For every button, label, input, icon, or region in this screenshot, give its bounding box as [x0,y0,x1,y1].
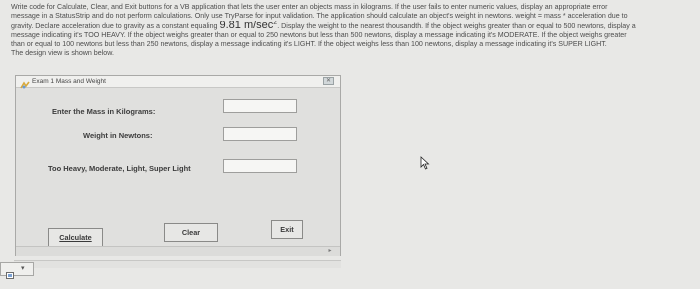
gravity-constant: 9.81 m/sec [219,21,274,31]
instructions-line-3: gravity. Declare acceleration due to gra… [11,21,687,30]
instructions-line-4: message indicating it's TOO HEAVY. If th… [11,30,627,39]
mass-label: Enter the Mass in Kilograms: [52,107,156,116]
chevron-down-icon[interactable]: ▾ [21,264,25,272]
instructions-line-1: Write code for Calculate, Clear, and Exi… [11,3,608,11]
form-bottom-scrollbar[interactable]: ▸ [16,246,340,256]
form-title: Exam 1 Mass and Weight [32,78,106,85]
form-titlebar[interactable]: Exam 1 Mass and Weight ✕ [16,76,340,89]
scroll-right-icon[interactable]: ▸ [326,247,334,255]
instructions-line-3-start: gravity. Declare acceleration due to gra… [11,22,218,31]
status-label: Too Heavy, Moderate, Light, Super Light [48,164,191,173]
exit-button-label: Exit [280,225,294,234]
design-form[interactable]: Exam 1 Mass and Weight ✕ Enter the Mass … [15,75,341,256]
calculate-button[interactable]: Calculate [48,228,103,247]
mass-textbox[interactable] [223,99,297,113]
instructions-text: Write code for Calculate, Clear, and Exi… [11,3,687,58]
instructions-line-3-end: . Display the weight to the nearest thou… [277,22,636,31]
mouse-pointer-icon [420,156,430,170]
clear-button-label: Clear [181,228,201,237]
instructions-line-5: than or equal to 100 newtons but less th… [11,39,607,48]
component-dropdown-icon [6,266,14,279]
exit-button[interactable]: Exit [271,220,303,239]
form-app-icon [20,77,30,89]
weight-textbox[interactable] [223,127,297,141]
close-button[interactable]: ✕ [323,77,334,85]
designer-scrollbar[interactable] [14,260,341,268]
instructions-line-2: message in a StatusStrip and do not perf… [11,12,628,21]
weight-label: Weight in Newtons: [83,131,153,140]
component-dropdown[interactable]: ▾ [0,262,34,279]
clear-button[interactable]: Clear [164,223,218,242]
calculate-button-label: Calculate [59,233,92,242]
gravity-exponent: 2 [273,21,278,27]
instructions-line-6: The design view is shown below. [11,48,114,57]
status-textbox[interactable] [223,159,297,173]
